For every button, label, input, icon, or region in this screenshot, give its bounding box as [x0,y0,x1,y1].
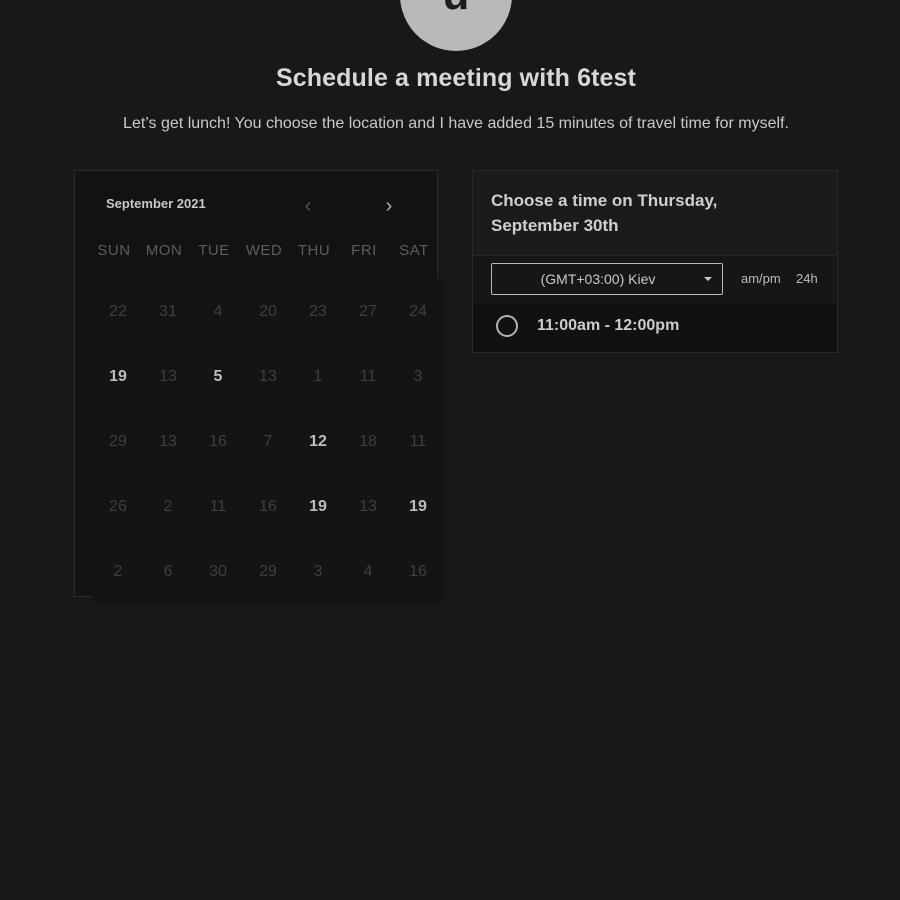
calendar-day-available[interactable]: 12 [293,409,343,474]
calendar-day: 3 [293,539,343,604]
format-ampm-toggle[interactable]: am/pm [741,271,781,286]
calendar-day: 29 [93,409,143,474]
calendar-day: 20 [243,279,293,344]
calendar-day: 16 [193,409,243,474]
time-slot-label: 11:00am - 12:00pm [537,317,680,334]
calendar-day: 13 [143,409,193,474]
calendar-day: 1 [293,344,343,409]
caret-down-icon [704,277,712,281]
radio-icon[interactable] [496,315,518,337]
weekday-label: MON [145,242,183,259]
time-panel-title: Choose a time on Thursday, September 30t… [491,191,718,235]
calendar-day: 22 [93,279,143,344]
calendar-day-available[interactable]: 5 [193,344,243,409]
calendar-day: 13 [343,474,393,539]
format-24h-toggle[interactable]: 24h [796,271,818,286]
calendar-day-available[interactable]: 19 [393,474,443,539]
weekday-label: FRI [351,242,377,259]
calendar-day: 2 [143,474,193,539]
calendar-day: 29 [243,539,293,604]
calendar-day: 7 [243,409,293,474]
calendar-day: 6 [143,539,193,604]
calendar-days-grid: 22 31 4 20 23 27 24 19 13 5 13 1 11 3 29 13 16 7 12 18 11 26 2… [93,279,443,604]
calendar-day: 4 [343,539,393,604]
weekday-label: WED [245,242,283,259]
page-subtitle: Let’s get lunch! You choose the location… [123,115,789,132]
calendar-day: 18 [343,409,393,474]
weekday-label: THU [297,242,331,259]
calendar-day: 23 [293,279,343,344]
calendar-day: 26 [93,474,143,539]
calendar-day: 11 [393,409,443,474]
calendar-day: 11 [343,344,393,409]
weekday-label: SUN [97,242,131,259]
time-panel-header: Choose a time on Thursday, September 30t… [473,171,837,256]
calendar-day-available[interactable]: 19 [93,344,143,409]
calendar-day: 24 [393,279,443,344]
chevron-right-icon[interactable]: › [378,195,400,217]
calendar-day: 11 [193,474,243,539]
calendar-day: 4 [193,279,243,344]
calendar-day: 13 [243,344,293,409]
timezone-value: (GMT+03:00) Kiev [540,271,656,287]
calendar-day: 30 [193,539,243,604]
calendar-day: 13 [143,344,193,409]
avatar: u [400,0,512,51]
timezone-select[interactable]: (GMT+03:00) Kiev [491,263,723,295]
calendar-day: 27 [343,279,393,344]
calendar-day: 31 [143,279,193,344]
weekday-label: TUE [198,242,230,259]
calendar-day: 2 [93,539,143,604]
time-slot[interactable]: 11:00am - 12:00pm [473,304,837,352]
time-selection-panel: Choose a time on Thursday, September 30t… [472,170,838,353]
weekday-label: SAT [399,242,429,259]
calendar-month-label: September 2021 [106,196,206,211]
chevron-left-icon[interactable]: ‹ [297,195,319,217]
calendar: September 2021 ‹ › SUN MON TUE WED THU FRI SAT… [74,170,443,604]
calendar-day: 3 [393,344,443,409]
calendar-day: 16 [393,539,443,604]
calendar-day-available[interactable]: 19 [293,474,343,539]
calendar-day: 16 [243,474,293,539]
page-title: Schedule a meeting with 6test [276,64,636,92]
scheduling-page: u Schedule a meeting with 6test Let’s ge… [0,0,900,900]
calendar-weekdays: SUN MON TUE WED THU FRI SAT [89,242,439,259]
